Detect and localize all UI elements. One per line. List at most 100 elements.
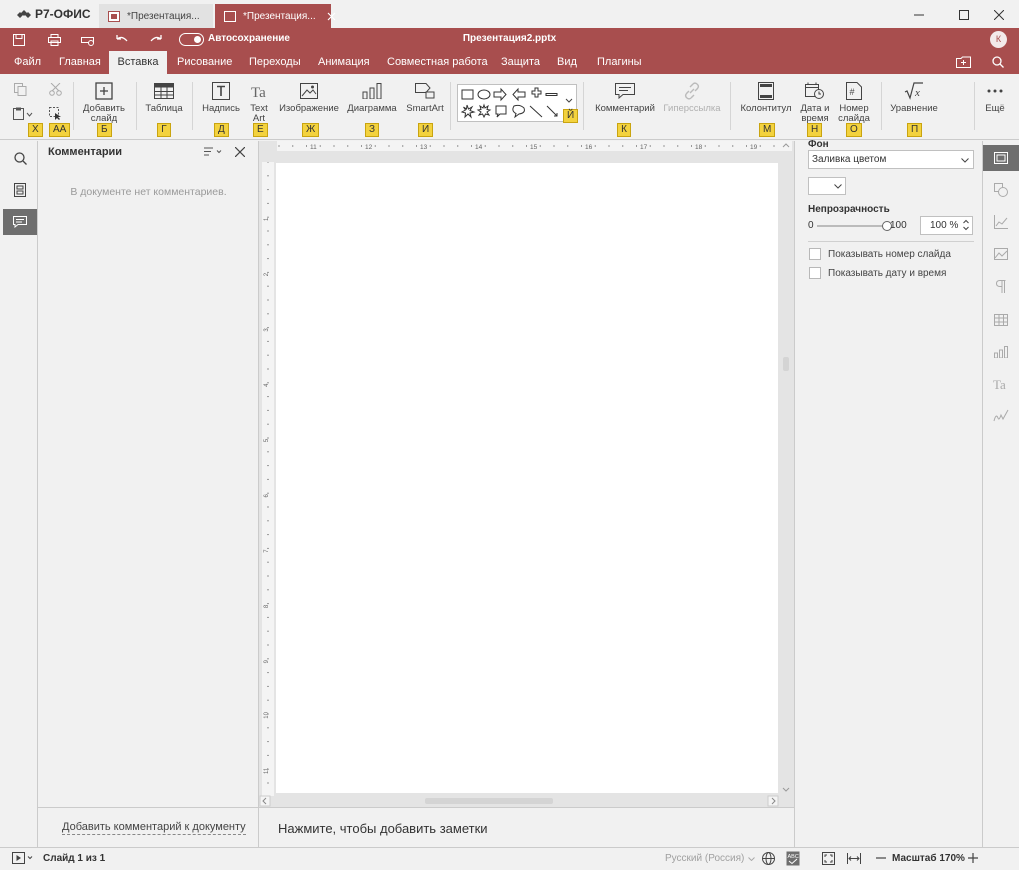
slides-sidebar-button[interactable] [3,177,37,203]
add-slide-button[interactable]: Добавить слайд [80,80,128,124]
show-slide-number-checkbox[interactable]: Показывать номер слайда [809,248,951,260]
zoom-level: Масштаб 170% [892,853,965,864]
equation-button[interactable]: x Уравнение [887,80,941,114]
sort-icon[interactable] [204,147,222,157]
chart-settings-tab[interactable] [983,209,1019,235]
svg-text:Ta: Ta [251,85,266,100]
fill-type-dropdown[interactable]: Заливка цветом [808,150,974,169]
globe-icon[interactable] [762,852,775,865]
search-icon[interactable] [992,56,1004,68]
close-panel-icon[interactable] [235,147,245,157]
slideshow-button[interactable] [12,852,34,864]
slide-number-button[interactable]: # Номер слайда [836,80,872,124]
slide-settings-icon [994,152,1008,164]
paste-icon[interactable] [13,107,33,120]
user-avatar[interactable]: К [990,31,1007,48]
ribbon-separator [583,82,584,130]
close-tab-icon[interactable] [327,12,336,21]
table-settings-tab[interactable] [983,307,1019,333]
fit-slide-icon[interactable] [822,852,835,865]
ruler-tick-label: 8 [264,604,270,608]
shape-settings-tab[interactable] [983,177,1019,203]
smartart-label: SmartArt [406,103,444,114]
comments-sidebar-button[interactable] [3,209,37,235]
app-logo[interactable]: Р7-ОФИС [17,7,91,21]
slide-canvas[interactable] [276,163,778,793]
language-chevron-down-icon[interactable] [748,857,755,861]
slide-settings-tab[interactable] [983,145,1019,171]
show-date-time-checkbox[interactable]: Показывать дату и время [809,267,946,279]
keytip-badge: П [907,123,923,137]
table-button[interactable]: Таблица [142,80,186,114]
vertical-ruler[interactable]: 1 2 3 4 5 6 7 8 9 10 11 [262,162,274,796]
tab-insert[interactable]: Вставка [109,51,167,74]
chevron-down-icon [834,184,842,189]
tab-plugins[interactable]: Плагины [589,51,650,74]
chart-button[interactable]: Диаграмма [346,80,398,114]
tab-home[interactable]: Главная [51,51,109,74]
text-art-button[interactable]: Ta Text Art [246,80,272,124]
open-folder-icon[interactable] [956,56,971,68]
signature-settings-tab[interactable] [983,403,1019,429]
ribbon-separator [192,82,193,130]
tab-protection[interactable]: Защита [493,51,548,74]
minimize-icon[interactable] [910,6,928,24]
chart-data-settings-tab[interactable] [983,339,1019,365]
search-sidebar-button[interactable] [3,145,37,171]
document-tab-2[interactable]: *Презентация... [215,4,336,28]
language-selector[interactable]: Русский (Россия) [665,853,744,864]
comment-button[interactable]: Комментарий [592,80,658,114]
spinner-icon[interactable] [963,219,969,231]
image-button[interactable]: Изображение [278,80,340,114]
opacity-slider-track[interactable] [817,221,892,231]
select-all-icon[interactable] [49,107,62,120]
tab-draw[interactable]: Рисование [169,51,240,74]
show-date-time-label: Показывать дату и время [828,267,947,279]
image-settings-tab[interactable] [983,241,1019,267]
opacity-input[interactable]: 100 % [920,216,973,235]
fit-width-icon[interactable] [847,853,861,864]
undo-icon[interactable] [113,31,131,49]
text-art-settings-tab[interactable]: Ta [983,371,1019,397]
zoom-in-icon[interactable] [968,853,978,863]
opacity-max-label: 100 [890,220,907,231]
redo-icon[interactable] [147,31,165,49]
keytip-badge: АА [49,123,71,137]
close-window-icon[interactable] [990,6,1008,24]
fill-color-picker[interactable] [808,177,846,195]
checkbox-box[interactable] [809,267,821,279]
tab-transitions[interactable]: Переходы [241,51,309,74]
add-document-comment-link[interactable]: Добавить комментарий к документу [62,821,246,835]
smartart-button[interactable]: SmartArt [404,80,446,114]
vertical-scrollbar[interactable] [780,141,792,795]
tab-file[interactable]: Файл [6,51,49,74]
ribbon-separator [450,82,451,130]
paragraph-settings-tab[interactable] [983,273,1019,299]
horizontal-scrollbar[interactable] [259,795,780,807]
text-box-button[interactable]: Надпись [199,80,243,114]
cut-icon[interactable] [49,83,62,96]
shapes-gallery[interactable] [457,84,577,122]
zoom-out-icon[interactable] [876,857,886,859]
quick-print-icon[interactable] [79,31,97,49]
date-time-button[interactable]: Дата и время [799,80,831,124]
tab-view[interactable]: Вид [549,51,585,74]
notes-area[interactable]: Нажмите, чтобы добавить заметки [259,807,794,847]
horizontal-ruler[interactable]: 11 12 13 14 15 16 17 18 19 [277,141,792,151]
checkbox-box[interactable] [809,248,821,260]
copy-icon[interactable] [14,83,27,96]
equation-label: Уравнение [890,103,938,114]
print-icon[interactable] [45,31,63,49]
document-tab-1[interactable]: *Презентация... [99,4,213,28]
save-icon[interactable] [10,31,28,49]
keytip-badge: К [617,123,631,137]
header-footer-button[interactable]: Колонтитул [737,80,795,114]
maximize-icon[interactable] [955,6,973,24]
hyperlink-button[interactable]: Гиперссылка [660,80,724,114]
more-button[interactable]: Ещё [982,80,1008,114]
spellcheck-icon[interactable]: ABC [786,851,800,866]
autosave-toggle[interactable] [179,33,204,46]
ruler-tick-label: 14 [475,144,483,151]
tab-animation[interactable]: Анимация [310,51,378,74]
tab-collaboration[interactable]: Совместная работа [379,51,496,74]
